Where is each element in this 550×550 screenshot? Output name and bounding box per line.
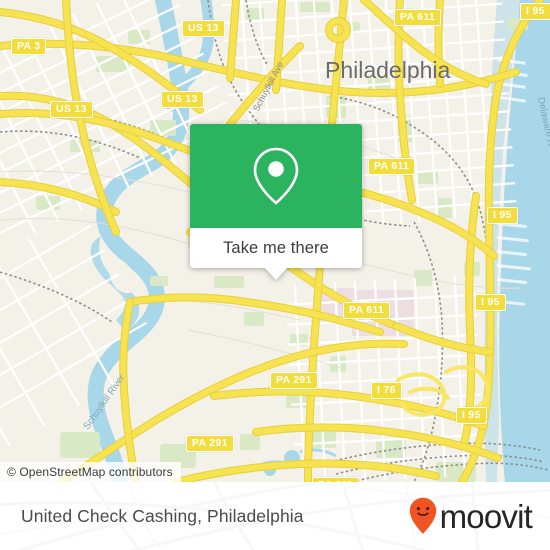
highway-shield: US 13	[161, 91, 204, 108]
highway-shield: I 95	[520, 3, 550, 20]
highway-shield: US 13	[50, 101, 93, 118]
take-me-there-label: Take me there	[223, 238, 329, 257]
popup-header	[190, 124, 362, 228]
highway-shield: US 13	[182, 20, 225, 37]
location-popup-card[interactable]: Take me there	[190, 124, 362, 280]
popup-pointer-tail	[264, 267, 288, 280]
map-canvas[interactable]: .land { fill:#f4f1e9; } .water { fill:#a…	[0, 0, 550, 482]
moovit-wordmark: moovit	[439, 497, 533, 535]
highway-shield: PA 611	[394, 9, 442, 26]
footer-bar: United Check Cashing, Philadelphia moovi…	[0, 482, 550, 550]
highway-shield: PA 291	[270, 372, 318, 389]
popup-action-area[interactable]: Take me there	[190, 228, 362, 268]
highway-shield: I 76	[371, 382, 402, 399]
moovit-smiley-pin-icon	[409, 497, 436, 534]
highway-shield: PA 291	[186, 435, 234, 452]
highway-shield: I 95	[475, 294, 506, 311]
highway-shield: PA 611	[343, 302, 391, 319]
moovit-logo[interactable]: moovit	[409, 482, 533, 550]
highway-shield: I 95	[487, 207, 518, 224]
highway-shield: I 95	[456, 407, 487, 424]
highway-shield: PA 611	[368, 158, 416, 175]
highway-shield: PA 3	[11, 38, 47, 55]
place-title: United Check Cashing, Philadelphia	[21, 506, 304, 526]
osm-attribution[interactable]: © OpenStreetMap contributors	[0, 462, 181, 482]
map-pin-icon	[253, 147, 299, 205]
